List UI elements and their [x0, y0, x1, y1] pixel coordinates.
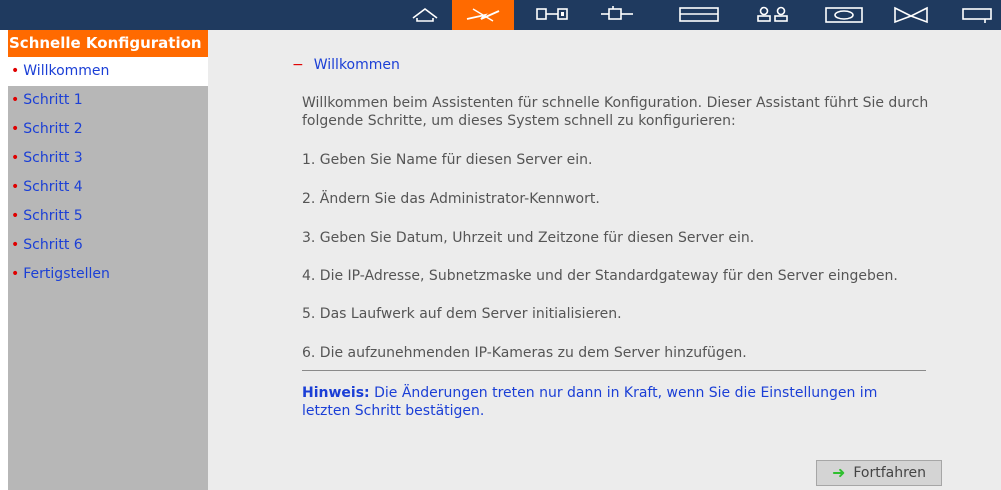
section-title: Willkommen	[313, 57, 400, 73]
sidebar-item-willkommen[interactable]: • Willkommen	[8, 57, 208, 86]
sidebar-item-schritt-6[interactable]: • Schritt 6	[8, 231, 208, 260]
intro-text: Willkommen beim Assistenten für schnelle…	[302, 95, 929, 129]
bullet-icon: •	[11, 121, 20, 137]
collapse-toggle[interactable]: −	[292, 57, 304, 73]
sidebar-item-schritt-4[interactable]: • Schritt 4	[8, 173, 208, 202]
bullet-icon: •	[11, 92, 20, 108]
sidebar-item-label: Schritt 5	[23, 208, 83, 224]
home-icon[interactable]	[398, 0, 452, 28]
step-1: 1. Geben Sie Name für diesen Server ein.	[302, 152, 593, 168]
sidebar-title: Schnelle Konfiguration	[8, 30, 208, 57]
sidebar-item-fertigstellen[interactable]: • Fertigstellen	[8, 260, 208, 289]
sidebar-item-label: Schritt 4	[23, 179, 83, 195]
note: Hinweis: Die Änderungen treten nur dann …	[302, 384, 922, 420]
sidebar-item-schritt-1[interactable]: • Schritt 1	[8, 86, 208, 115]
sidebar-item-label: Fertigstellen	[23, 266, 110, 282]
step-3: 3. Geben Sie Datum, Uhrzeit und Zeitzone…	[302, 230, 755, 246]
bullet-icon: •	[11, 63, 20, 79]
step-2: 2. Ändern Sie das Administrator-Kennwort…	[302, 191, 600, 207]
main-content: − Willkommen Willkommen beim Assistenten …	[208, 30, 1001, 490]
sidebar-item-schritt-5[interactable]: • Schritt 5	[8, 202, 208, 231]
users-icon[interactable]	[748, 0, 798, 28]
step-6: 6. Die aufzunehmenden IP-Kameras zu dem …	[302, 345, 747, 361]
section-header: − Willkommen	[292, 57, 400, 73]
bullet-icon: •	[11, 150, 20, 166]
note-text: Die Änderungen treten nur dann in Kraft,…	[302, 385, 878, 419]
step-4: 4. Die IP-Adresse, Subnetzmaske und der …	[302, 268, 898, 284]
continue-button-label: Fortfahren	[853, 465, 927, 481]
arrow-right-icon: ➜	[831, 463, 846, 482]
continue-button[interactable]: ➜ Fortfahren	[816, 460, 942, 486]
bullet-icon: •	[11, 237, 20, 253]
application-icon[interactable]	[956, 0, 1001, 28]
services-icon[interactable]	[884, 0, 938, 28]
quick-config-icon[interactable]	[452, 0, 514, 30]
bullet-icon: •	[11, 208, 20, 224]
sidebar-item-label: Schritt 1	[23, 92, 83, 108]
top-toolbar	[0, 0, 1001, 30]
system-settings-icon[interactable]	[526, 0, 580, 28]
camera-icon[interactable]	[818, 0, 872, 28]
sidebar-item-label: Willkommen	[23, 63, 110, 79]
sidebar-item-label: Schritt 3	[23, 150, 83, 166]
bullet-icon: •	[11, 179, 20, 195]
bullet-icon: •	[11, 266, 20, 282]
sidebar-item-label: Schritt 2	[23, 121, 83, 137]
divider	[302, 370, 926, 371]
network-icon[interactable]	[590, 0, 644, 28]
sidebar-item-label: Schritt 6	[23, 237, 83, 253]
note-label: Hinweis:	[302, 385, 370, 401]
sidebar: Schnelle Konfiguration • Willkommen • Schri…	[8, 30, 208, 490]
sidebar-item-schritt-2[interactable]: • Schritt 2	[8, 115, 208, 144]
disk-icon[interactable]	[668, 0, 730, 28]
step-5: 5. Das Laufwerk auf dem Server initialis…	[302, 306, 622, 322]
sidebar-list: • Willkommen • Schritt 1 • Schritt 2 • Schritt …	[8, 57, 208, 289]
sidebar-item-schritt-3[interactable]: • Schritt 3	[8, 144, 208, 173]
